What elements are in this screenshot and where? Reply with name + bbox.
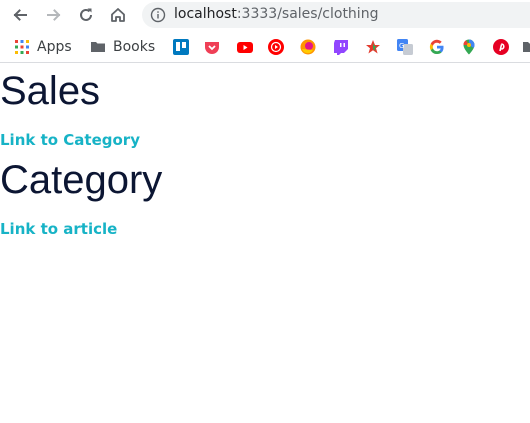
- firefox-icon: [300, 39, 316, 55]
- bookmark-translate[interactable]: G: [397, 38, 413, 56]
- forward-arrow-icon: [47, 9, 61, 21]
- url-path: :3333/sales/clothing: [236, 6, 379, 22]
- bookmark-firefox[interactable]: [300, 38, 316, 56]
- page-title-sales: Sales: [0, 69, 101, 113]
- bookmark-youtube-music[interactable]: [268, 38, 284, 56]
- bookmark-books[interactable]: Books: [90, 38, 155, 56]
- youtube-music-icon: [268, 39, 284, 55]
- address-bar[interactable]: localhost:3333/sales/clothing: [142, 2, 530, 28]
- bookmark-books-label: Books: [113, 39, 156, 55]
- bookmark-maps[interactable]: [461, 38, 477, 56]
- trello-icon: [173, 39, 189, 55]
- bookmarks-bar: Apps Books G: [0, 30, 530, 63]
- bookmark-pinterest[interactable]: [493, 38, 509, 56]
- url-host: localhost: [174, 6, 237, 22]
- pinterest-icon: [493, 39, 509, 55]
- bookmark-trello[interactable]: [173, 38, 189, 56]
- folder-icon: [91, 42, 105, 52]
- page-title-category: Category: [0, 158, 163, 202]
- folder-icon: [523, 42, 530, 52]
- bookmark-apps-label: Apps: [37, 39, 72, 55]
- maps-icon: [463, 39, 475, 55]
- home-button[interactable]: [106, 3, 130, 27]
- bookmark-folder[interactable]: [522, 38, 530, 56]
- url-text[interactable]: localhost:3333/sales/clothing: [174, 6, 378, 22]
- reload-icon: [80, 8, 92, 21]
- category-link[interactable]: Link to Category: [0, 131, 140, 149]
- bookmark-apps[interactable]: Apps: [14, 38, 72, 56]
- bookmark-star[interactable]: [365, 38, 381, 56]
- apps-grid-icon: [15, 40, 29, 54]
- bookmark-pocket[interactable]: [204, 38, 220, 56]
- info-icon[interactable]: [150, 7, 166, 23]
- forward-button[interactable]: [42, 3, 66, 27]
- bookmark-twitch[interactable]: [333, 38, 349, 56]
- google-icon: [429, 39, 444, 55]
- svg-text:G: G: [399, 42, 404, 50]
- bookmark-youtube[interactable]: [237, 38, 253, 56]
- star-icon: [366, 40, 380, 54]
- youtube-icon: [237, 42, 253, 53]
- reload-button[interactable]: [74, 3, 98, 27]
- back-arrow-icon: [13, 9, 27, 21]
- translate-icon: G: [397, 39, 413, 55]
- home-icon: [111, 8, 125, 22]
- browser-toolbar: localhost:3333/sales/clothing: [0, 0, 530, 30]
- twitch-icon: [334, 40, 348, 55]
- bookmark-google[interactable]: [429, 38, 445, 56]
- back-button[interactable]: [8, 3, 32, 27]
- pocket-icon: [205, 42, 219, 54]
- article-link[interactable]: Link to article: [0, 220, 117, 238]
